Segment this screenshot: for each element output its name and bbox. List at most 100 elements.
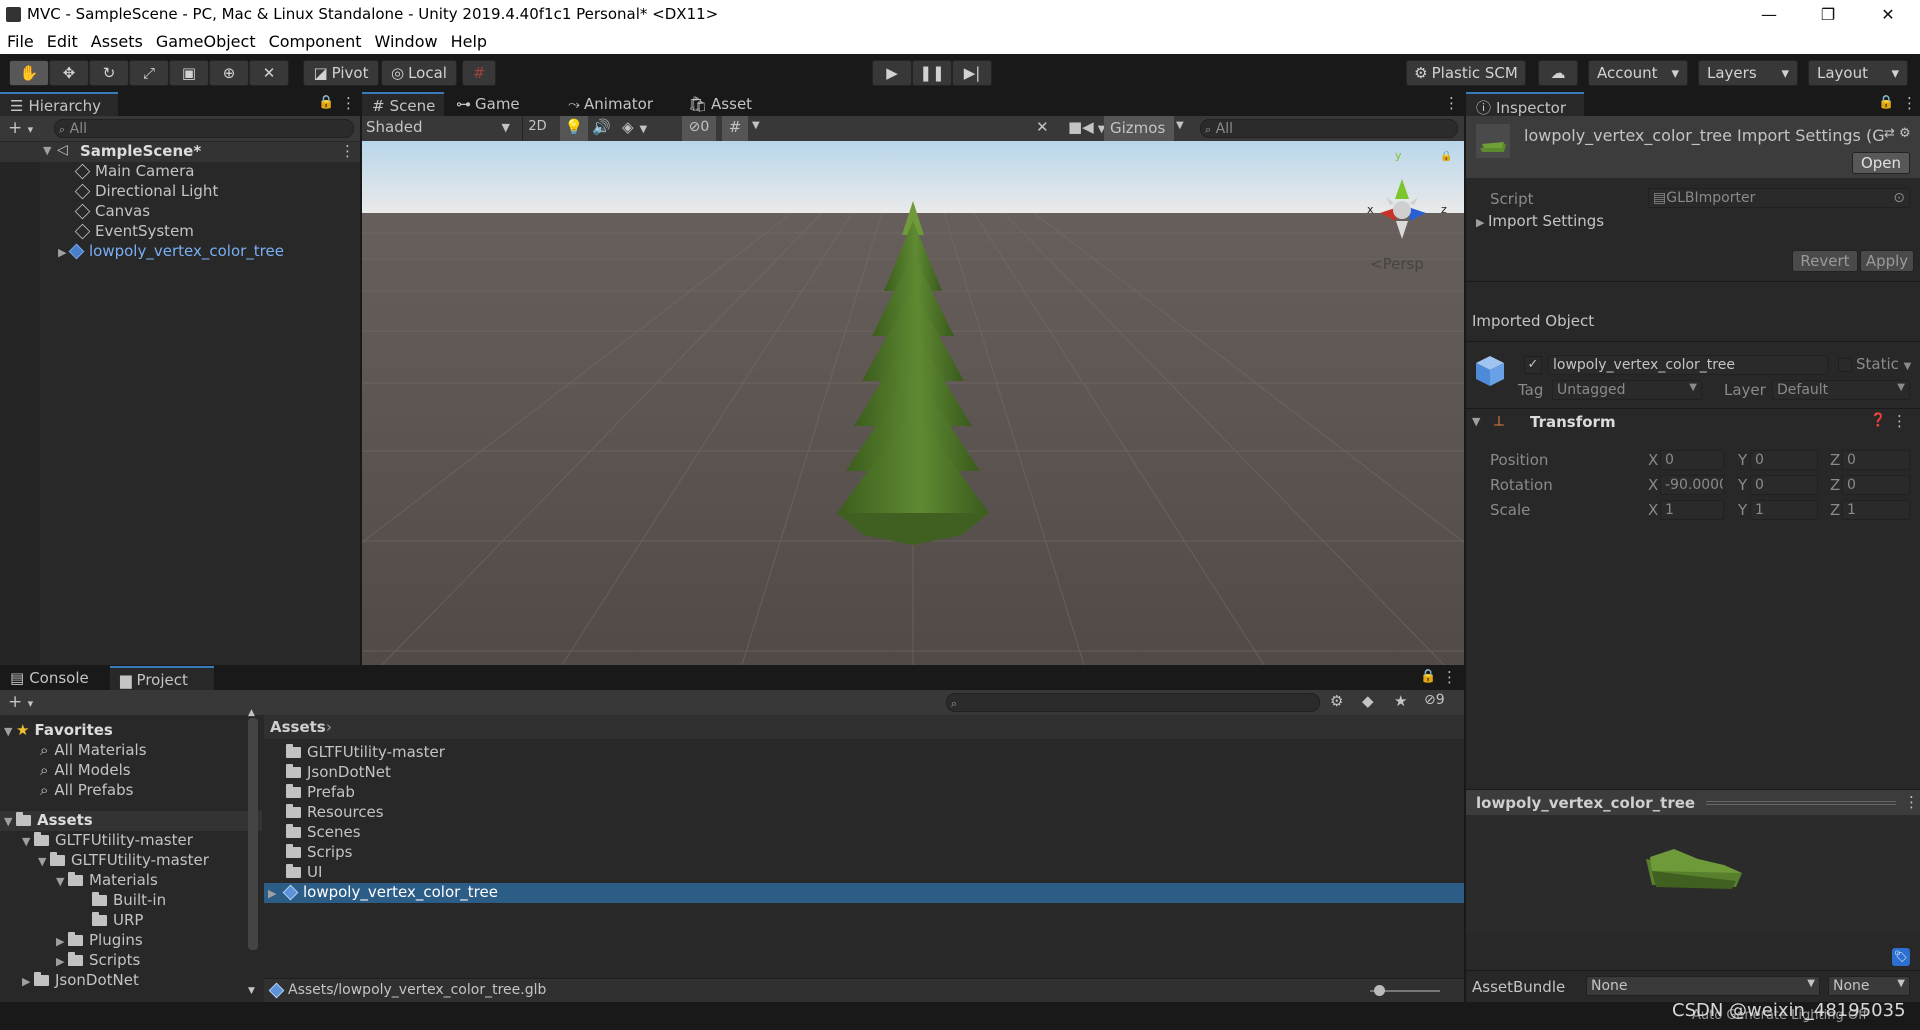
toggle-2d-button[interactable]: 2D [522,116,552,141]
file-item[interactable]: Resources [286,803,384,823]
hand-tool-button[interactable]: ✋ [9,60,49,86]
rect-tool-button[interactable]: ▣ [169,60,209,86]
rotation-y-field[interactable]: 0 [1750,475,1818,495]
hierarchy-item[interactable]: Directional Light [74,182,218,202]
hierarchy-item-prefab[interactable]: ▶ lowpoly_vertex_color_tree [58,242,284,262]
tab-asset-store[interactable]: 🛍Asset Store [678,92,798,131]
file-item[interactable]: UI [286,863,322,883]
open-button[interactable]: Open [1852,152,1910,174]
hidden-objects-toggle[interactable]: ⊘0 [682,116,716,141]
folder-tree-item[interactable]: ▶ Plugins [56,931,143,951]
active-checkbox[interactable]: ✓ [1524,356,1542,374]
plastic-scm-button[interactable]: ⚙ Plastic SCM [1406,60,1526,86]
chevron-right-icon[interactable]: ▶ [268,887,280,900]
layers-dropdown[interactable]: Layers ▾ [1698,60,1798,86]
breadcrumb-assets[interactable]: Assets [270,718,326,736]
maximize-button[interactable]: ❐ [1802,0,1854,29]
camera-settings-button[interactable]: ■◀ ▼ [1068,118,1105,136]
chevron-down-icon[interactable]: ▼ [752,120,760,131]
transform-header[interactable]: ▼ ⟂ Transform ❓ ⋮ [1472,412,1920,434]
preview-area[interactable] [1466,815,1920,933]
menu-file[interactable]: File [0,29,40,51]
kebab-menu-icon[interactable]: ⋮ [1904,793,1919,811]
gizmos-toggle[interactable]: Gizmos [1104,116,1174,141]
create-button[interactable]: + ▾ [8,118,33,138]
icon-size-slider-thumb[interactable] [1374,985,1385,996]
scroll-down-icon[interactable]: ▼ [248,986,255,996]
search-by-type-icon[interactable]: ⚙ [1330,692,1343,710]
chevron-right-icon[interactable]: ▶ [58,246,70,259]
preview-header[interactable]: lowpoly_vertex_color_tree ⋮ [1466,789,1920,815]
lock-icon[interactable]: 🔒 [1440,151,1452,162]
chevron-down-icon[interactable]: ▼ [43,144,55,157]
shading-mode-dropdown[interactable]: Shaded ▼ [366,118,516,136]
scene-viewport[interactable]: y x z 🔒 <Persp [362,141,1464,665]
folder-tree-item[interactable]: URP [92,911,143,931]
scene-search-input[interactable]: ⌕ All [1200,119,1458,138]
favorites-foldout[interactable]: ▼ ★ Favorites [4,721,113,741]
tools-toggle[interactable]: ✕ [1036,118,1049,136]
move-tool-button[interactable]: ✥ [49,60,89,86]
file-item-selected[interactable]: ▶ lowpoly_vertex_color_tree [264,883,1464,903]
script-field[interactable]: ▤GLBImporter ⊙ [1648,188,1910,208]
grid-toggle[interactable]: # [722,116,748,141]
settings-icon[interactable]: ⇄ ⚙ [1884,126,1911,141]
lighting-toggle[interactable]: 💡 [560,116,588,141]
minimize-button[interactable]: — [1743,0,1795,29]
revert-button[interactable]: Revert [1792,250,1858,272]
tag-dropdown[interactable]: Untagged ▼ [1552,380,1702,400]
close-button[interactable]: ✕ [1862,0,1914,29]
import-settings-foldout[interactable]: ▶ Import Settings [1476,212,1604,230]
lock-icon[interactable]: 🔒 [318,95,334,110]
tab-console[interactable]: ▤ Console [0,666,110,690]
gizmos-dropdown-chevron[interactable]: ▼ [1176,120,1184,131]
hierarchy-search-input[interactable]: ⌕ All [54,119,354,138]
kebab-menu-icon[interactable]: ⋮ [1902,94,1917,112]
project-search-input[interactable]: ⌕ [946,693,1320,712]
folder-tree-item[interactable]: ▶ Scripts [56,951,140,971]
static-dropdown[interactable]: Static ▼ [1856,355,1911,373]
menu-edit[interactable]: Edit [40,29,84,51]
rotation-x-field[interactable]: -90.0000 [1660,475,1724,495]
scale-tool-button[interactable]: ⤢ [129,60,169,86]
rotation-z-field[interactable]: 0 [1842,475,1910,495]
tab-hierarchy[interactable]: ☰ Hierarchy [0,92,118,116]
assetbundle-dropdown[interactable]: None ▼ [1586,976,1820,996]
kebab-menu-icon[interactable]: ⋮ [341,94,356,112]
hierarchy-item[interactable]: Canvas [74,202,150,222]
file-item[interactable]: GLTFUtility-master [286,743,445,763]
transform-tool-button[interactable]: ⊕ [209,60,249,86]
tab-project[interactable]: ▆ Project [110,666,214,690]
hidden-packages-toggle[interactable]: ⊘9 [1424,692,1445,708]
tree-scrollbar[interactable] [248,718,258,950]
menu-help[interactable]: Help [444,29,493,51]
play-button[interactable]: ▶ [872,60,912,86]
object-picker-icon[interactable]: ⊙ [1893,190,1905,206]
static-checkbox[interactable] [1838,358,1852,372]
kebab-menu-icon[interactable]: ⋮ [1444,94,1459,112]
folder-tree-item[interactable]: Built-in [92,891,166,911]
scale-z-field[interactable]: 1 [1842,500,1910,520]
favorite-item[interactable]: ⌕ All Models [40,761,131,781]
collab-button[interactable]: ☁ [1538,60,1578,86]
grid-snap-button[interactable]: # [462,60,496,86]
file-item[interactable]: Prefab [286,783,355,803]
folder-tree-item[interactable]: ▼ GLTFUtility-master [38,851,209,871]
step-button[interactable]: ▶| [952,60,992,86]
scale-y-field[interactable]: 1 [1750,500,1818,520]
effects-toggle[interactable]: ◈ ▼ [622,118,647,136]
hierarchy-item[interactable]: Main Camera [74,162,194,182]
favorite-star-icon[interactable]: ★ [1394,692,1407,710]
scene-row[interactable]: ▼ ◁ SampleScene* ⋮ [0,142,360,162]
tab-game[interactable]: ⊶ Game [446,92,534,116]
folder-tree-item[interactable]: ▼ GLTFUtility-master [22,831,193,851]
help-icon[interactable]: ❓ [1870,413,1886,428]
favorite-item[interactable]: ⌕ All Prefabs [40,781,133,801]
kebab-menu-icon[interactable]: ⋮ [340,142,355,160]
menu-assets[interactable]: Assets [84,29,149,51]
label-filter-icon[interactable]: ◆ [1362,692,1374,710]
position-z-field[interactable]: 0 [1842,450,1910,470]
label-tag-icon[interactable]: 🏷 [1892,948,1910,966]
position-x-field[interactable]: 0 [1660,450,1724,470]
custom-tool-button[interactable]: ✕ [249,60,289,86]
